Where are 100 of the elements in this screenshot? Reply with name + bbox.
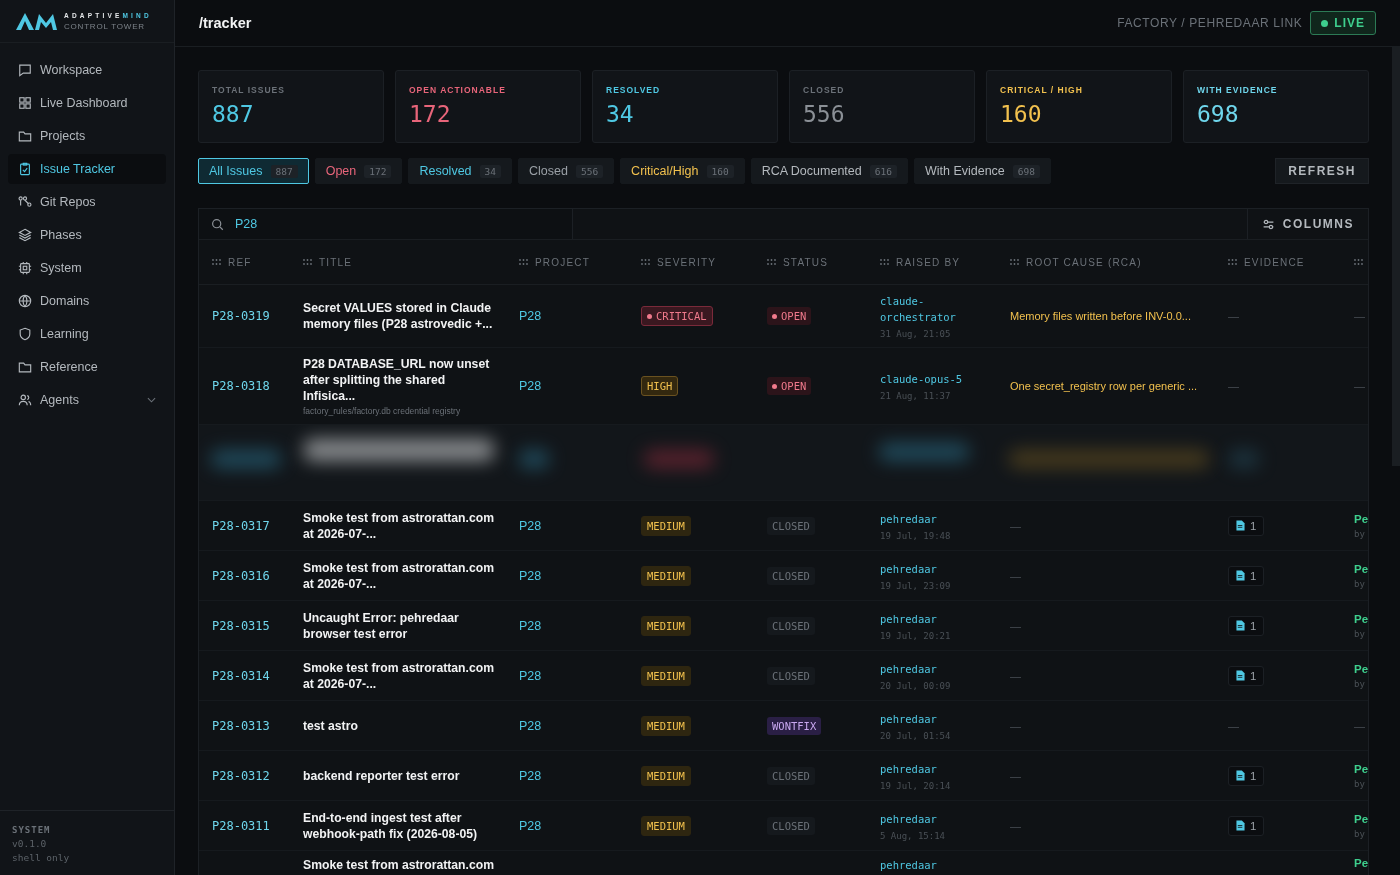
refresh-button[interactable]: REFRESH xyxy=(1275,158,1369,184)
nav-item[interactable]: Agents xyxy=(8,385,166,415)
issue-title[interactable]: test astro xyxy=(303,717,499,734)
drag-handle-icon[interactable] xyxy=(519,259,528,265)
evidence-badge[interactable]: 1 xyxy=(1228,815,1265,836)
folder-icon xyxy=(18,129,32,143)
column-header[interactable]: PROJECT xyxy=(535,256,591,268)
issue-title[interactable]: End-to-end ingest test after webhook-path fix (2026-08-05) xyxy=(303,809,499,842)
raised-by: pehredaar xyxy=(880,761,938,777)
column-header[interactable]: REF xyxy=(228,256,252,268)
evidence-badge[interactable]: 1 xyxy=(1228,765,1265,786)
project-link[interactable]: P28 xyxy=(519,518,628,533)
issue-ref[interactable]: P28-0312 xyxy=(212,768,290,783)
issue-title[interactable]: Smoke test from astrorattan.com at 2026-07-... xyxy=(303,559,499,592)
root-cause-text: — xyxy=(1010,769,1022,782)
evidence-badge[interactable]: 1 xyxy=(1228,565,1265,586)
globe-icon xyxy=(18,294,32,308)
evidence-badge[interactable]: 1 xyxy=(1228,665,1265,686)
issue-ref[interactable]: P28-0311 xyxy=(212,818,290,833)
column-value: Pe xyxy=(1354,812,1368,825)
root-cause-text: — xyxy=(1010,719,1022,732)
drag-handle-icon[interactable] xyxy=(880,259,889,265)
issue-title[interactable]: backend reporter test error xyxy=(303,767,499,784)
nav-item[interactable]: Live Dashboard xyxy=(8,88,166,118)
issue-ref[interactable]: P28-0317 xyxy=(212,518,290,533)
chip-icon xyxy=(18,261,32,275)
evidence-badge[interactable]: 1 xyxy=(1228,515,1265,536)
page-path: /tracker xyxy=(199,15,252,31)
column-header[interactable]: EVIDENCE xyxy=(1244,256,1305,268)
filter-tab[interactable]: Closed 556 xyxy=(518,158,615,184)
column-header[interactable]: STATUS xyxy=(783,256,829,268)
issue-ref[interactable]: P28-0314 xyxy=(212,668,290,683)
drag-handle-icon[interactable] xyxy=(212,259,221,265)
evidence-empty: — xyxy=(1228,719,1240,732)
evidence-badge[interactable]: 1 xyxy=(1228,615,1265,636)
issue-title[interactable]: Smoke test from astrorattan.com xyxy=(303,857,499,873)
users-icon xyxy=(18,393,32,407)
filter-tab[interactable]: With Evidence 698 xyxy=(913,158,1051,184)
project-link[interactable]: P28 xyxy=(519,618,628,633)
project-link[interactable]: P28 xyxy=(519,309,628,323)
filter-tab[interactable]: Resolved 34 xyxy=(408,158,512,184)
nav-item[interactable]: Projects xyxy=(8,121,166,151)
stat-value: 556 xyxy=(803,101,846,127)
column-value: Pe xyxy=(1354,762,1368,775)
clipboard-icon xyxy=(18,162,32,176)
nav-item[interactable]: Workspace xyxy=(8,55,166,85)
drag-handle-icon[interactable] xyxy=(767,259,776,265)
column-header[interactable]: RAISED BY xyxy=(896,256,961,268)
document-icon xyxy=(1236,620,1245,631)
issue-title[interactable]: Secret VALUES stored in Claude memory files (P28 astrovedic +... xyxy=(303,300,499,332)
issue-title[interactable]: P28 DATABASE_URL now unset after splitting the shared Infisica... xyxy=(303,356,499,404)
issue-title[interactable]: Uncaught Error: pehredaar browser test error xyxy=(303,609,499,642)
nav-item[interactable]: System xyxy=(8,253,166,283)
filter-tab[interactable]: All Issues 887 xyxy=(198,158,309,184)
nav-item[interactable]: Git Repos xyxy=(8,187,166,217)
project-link[interactable]: P28 xyxy=(519,668,628,683)
project-link[interactable]: P28 xyxy=(519,768,628,783)
nav-item[interactable]: Domains xyxy=(8,286,166,316)
column-header[interactable]: ROOT CAUSE (RCA) xyxy=(1026,256,1142,268)
stat-label: WITH EVIDENCE xyxy=(1197,85,1279,95)
drag-handle-icon[interactable] xyxy=(303,259,312,265)
project-link[interactable]: P28 xyxy=(519,718,628,733)
issue-ref[interactable]: P28-0315 xyxy=(212,618,290,633)
drag-handle-icon[interactable] xyxy=(1228,259,1237,265)
filter-tab[interactable]: RCA Documented 616 xyxy=(750,158,908,184)
issue-ref[interactable]: P28-0318 xyxy=(212,379,290,393)
nav-item[interactable]: Issue Tracker xyxy=(8,154,166,184)
stat-label: RESOLVED xyxy=(606,85,662,95)
project-link[interactable]: P28 xyxy=(519,379,628,393)
status-badge: CLOSED xyxy=(767,666,815,685)
nav-item[interactable]: Phases xyxy=(8,220,166,250)
project-link[interactable]: P28 xyxy=(519,818,628,833)
drag-handle-icon[interactable] xyxy=(1354,259,1363,265)
issue-title[interactable]: Smoke test from astrorattan.com at 2026-07-... xyxy=(303,509,499,542)
root-cause-text: Memory files written before INV-0.0... xyxy=(1010,310,1192,322)
column-value: Pe xyxy=(1354,562,1368,575)
issue-ref[interactable]: P28-0316 xyxy=(212,568,290,583)
column-header[interactable]: TITLE xyxy=(319,256,353,268)
drag-handle-icon[interactable] xyxy=(641,259,650,265)
column-value: — xyxy=(1354,310,1366,322)
document-icon xyxy=(1236,570,1245,581)
status-badge: CLOSED xyxy=(767,516,815,535)
issue-ref[interactable]: P28-0313 xyxy=(212,718,290,733)
drag-handle-icon[interactable] xyxy=(1010,259,1019,265)
live-badge: LIVE xyxy=(1310,11,1376,35)
issue-ref[interactable]: P28-0319 xyxy=(212,309,290,323)
filter-tab[interactable]: Critical/High 160 xyxy=(620,158,745,184)
status-badge: CLOSED xyxy=(767,616,815,635)
project-link[interactable]: P28 xyxy=(519,568,628,583)
raised-by: pehredaar xyxy=(880,811,938,827)
issue-title[interactable]: Smoke test from astrorattan.com at 2026-07-... xyxy=(303,659,499,692)
document-icon xyxy=(1236,520,1245,531)
column-value: Pe xyxy=(1354,612,1368,625)
filter-tab[interactable]: Open 172 xyxy=(314,158,403,184)
columns-button[interactable]: COLUMNS xyxy=(1246,209,1368,239)
column-value: Pe xyxy=(1354,512,1368,525)
nav-item[interactable]: Learning xyxy=(8,319,166,349)
column-header[interactable]: SEVERITY xyxy=(657,256,717,268)
nav-item[interactable]: Reference xyxy=(8,352,166,382)
raised-by: pehredaar xyxy=(880,711,938,727)
